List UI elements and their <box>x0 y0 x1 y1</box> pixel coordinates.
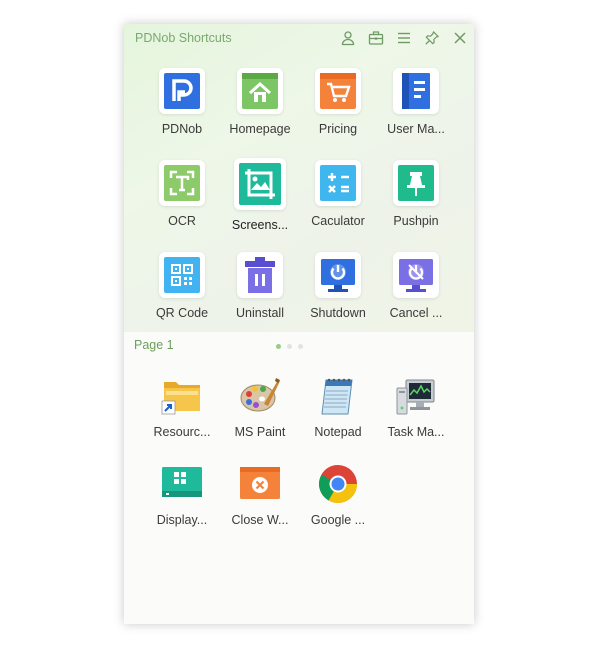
menu-icon[interactable] <box>394 28 414 48</box>
shortcut-label: Pushpin <box>393 214 439 228</box>
pin-icon[interactable] <box>422 28 442 48</box>
desktop-app-resource[interactable]: Resourc... <box>143 374 221 439</box>
window-title: PDNob Shortcuts <box>135 31 232 45</box>
desktop-app-label: MS Paint <box>234 425 286 439</box>
close-window-icon <box>238 462 282 506</box>
shortcut-label: Pricing <box>318 122 358 136</box>
screenshot-icon <box>234 158 286 210</box>
shortcut-label: Uninstall <box>236 306 284 320</box>
calculator-icon <box>315 160 361 206</box>
toolbox-icon[interactable] <box>366 28 386 48</box>
shortcut-screenshot[interactable]: Screens... <box>221 158 299 232</box>
shortcut-user-manual[interactable]: User Ma... <box>377 68 455 136</box>
google-chrome-icon <box>316 462 360 506</box>
shortcut-label: QR Code <box>155 306 209 320</box>
pagination-dots <box>276 344 303 349</box>
shortcut-ocr[interactable]: OCR <box>143 160 221 228</box>
desktop-app-close-window[interactable]: Close W... <box>221 462 299 527</box>
desktop-app-ms-paint[interactable]: MS Paint <box>221 374 299 439</box>
shutdown-icon <box>315 252 361 298</box>
shortcut-shutdown[interactable]: Shutdown <box>299 252 377 320</box>
shortcut-label: OCR <box>168 214 196 228</box>
shortcut-pricing[interactable]: Pricing <box>299 68 377 136</box>
shortcut-cancel-shutdown[interactable]: Cancel ... <box>377 252 455 320</box>
shortcut-label: User Ma... <box>387 122 445 136</box>
ms-paint-icon <box>238 374 282 418</box>
notepad-icon <box>316 374 360 418</box>
page-dot-3[interactable] <box>298 344 303 349</box>
ocr-icon <box>159 160 205 206</box>
page-dot-1[interactable] <box>276 344 281 349</box>
desktop-app-label: Close W... <box>231 513 289 527</box>
pricing-cart-icon <box>315 68 361 114</box>
qr-code-icon <box>159 252 205 298</box>
shortcut-qr-code[interactable]: QR Code <box>143 252 221 320</box>
task-manager-icon <box>394 374 438 418</box>
shortcut-label: Cancel ... <box>389 306 443 320</box>
desktop-app-notepad[interactable]: Notepad <box>299 374 377 439</box>
shortcut-calculator[interactable]: Caculator <box>299 160 377 228</box>
uninstall-trash-icon <box>237 252 283 298</box>
pdnob-logo-icon <box>159 68 205 114</box>
shortcut-pushpin[interactable]: Pushpin <box>377 160 455 228</box>
shortcut-uninstall[interactable]: Uninstall <box>221 252 299 320</box>
homepage-icon <box>237 68 283 114</box>
shortcut-homepage[interactable]: Homepage <box>221 68 299 136</box>
resource-folder-icon <box>160 374 204 418</box>
desktop-app-label: Google ... <box>310 513 366 527</box>
desktop-app-label: Notepad <box>314 425 362 439</box>
shortcut-label: Homepage <box>229 122 291 136</box>
shortcut-label: Screens... <box>231 218 289 232</box>
user-manual-icon <box>393 68 439 114</box>
shortcut-pdnob[interactable]: PDNob <box>143 68 221 136</box>
desktop-app-task-manager[interactable]: Task Ma... <box>377 374 455 439</box>
shortcut-label: Shutdown <box>310 306 366 320</box>
cancel-shutdown-icon <box>393 252 439 298</box>
page-label: Page 1 <box>134 338 174 352</box>
close-icon[interactable] <box>450 28 470 48</box>
desktop-app-google-chrome[interactable]: Google ... <box>299 462 377 527</box>
pdnob-shortcuts-window: PDNob Shortcuts PDNob Homepage Pricing U… <box>124 24 474 624</box>
pushpin-icon <box>393 160 439 206</box>
display-icon <box>160 462 204 506</box>
shortcut-label: Caculator <box>311 214 365 228</box>
desktop-app-label: Resourc... <box>153 425 211 439</box>
shortcut-label: PDNob <box>161 122 203 136</box>
desktop-app-display[interactable]: Display... <box>143 462 221 527</box>
desktop-app-label: Task Ma... <box>387 425 445 439</box>
desktop-app-label: Display... <box>156 513 208 527</box>
user-icon[interactable] <box>338 28 358 48</box>
page-dot-2[interactable] <box>287 344 292 349</box>
